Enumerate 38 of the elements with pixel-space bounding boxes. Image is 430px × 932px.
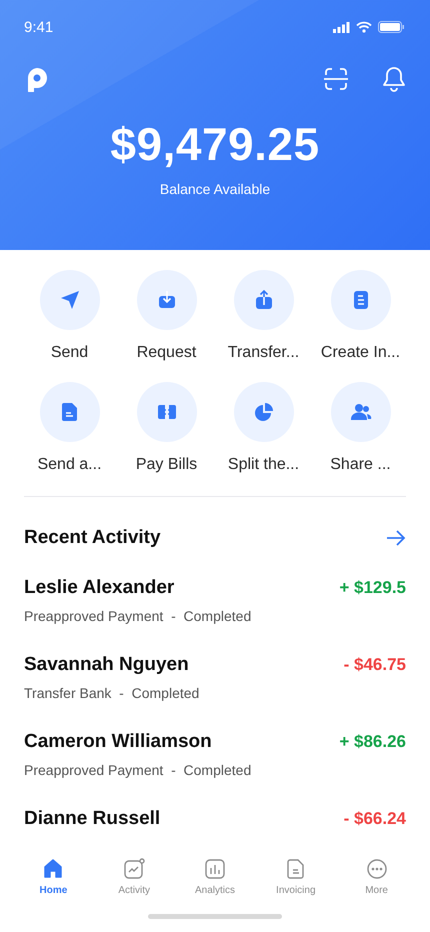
payee-name: Leslie Alexander bbox=[24, 577, 174, 599]
transaction-details: Preapproved Payment - Completed bbox=[24, 608, 252, 624]
status-time: 9:41 bbox=[24, 18, 54, 36]
action-button[interactable]: Send bbox=[21, 270, 118, 362]
logo-icon bbox=[26, 67, 48, 92]
action-button[interactable]: Pay Bills bbox=[118, 382, 215, 474]
action-button[interactable]: Share ... bbox=[312, 382, 409, 474]
balance-caption: Balance Available bbox=[158, 181, 272, 197]
see-all-button[interactable] bbox=[386, 530, 406, 546]
transaction-details: Preapproved Payment - Completed bbox=[24, 762, 252, 778]
tab-item[interactable]: Home bbox=[13, 857, 94, 896]
chart-line-icon bbox=[122, 857, 146, 881]
bell-icon[interactable] bbox=[382, 66, 406, 93]
action-button[interactable]: Request bbox=[118, 270, 215, 362]
arrow-right-icon bbox=[386, 530, 406, 546]
action-button[interactable]: Send a... bbox=[21, 382, 118, 474]
bar-chart-icon bbox=[202, 857, 227, 881]
paper-plane-icon bbox=[58, 289, 80, 311]
transaction-details: Transfer Bank - Completed bbox=[24, 685, 200, 701]
more-icon bbox=[364, 857, 389, 881]
scan-icon[interactable] bbox=[323, 66, 349, 92]
payee-name: Savannah Nguyen bbox=[24, 654, 189, 676]
wifi-icon bbox=[356, 21, 372, 33]
transaction-amount: + $129.5 bbox=[339, 578, 406, 598]
action-button[interactable]: Split the... bbox=[215, 382, 312, 474]
transaction-amount: + $86.26 bbox=[339, 732, 406, 752]
users-icon bbox=[350, 401, 372, 423]
payee-name: Cameron Williamson bbox=[24, 731, 212, 753]
transaction-amount: - $66.24 bbox=[344, 809, 406, 829]
transaction-amount: - $46.75 bbox=[344, 655, 406, 675]
action-button[interactable]: Create In... bbox=[312, 270, 409, 362]
section-title: Recent Activity bbox=[24, 527, 161, 549]
payee-name: Dianne Russell bbox=[24, 808, 160, 830]
battery-icon bbox=[378, 21, 404, 33]
balance-amount: $9,479.25 bbox=[109, 117, 321, 171]
pie-chart-icon bbox=[252, 401, 274, 423]
signal-icon bbox=[333, 22, 350, 32]
action-button[interactable]: Transfer... bbox=[215, 270, 312, 362]
